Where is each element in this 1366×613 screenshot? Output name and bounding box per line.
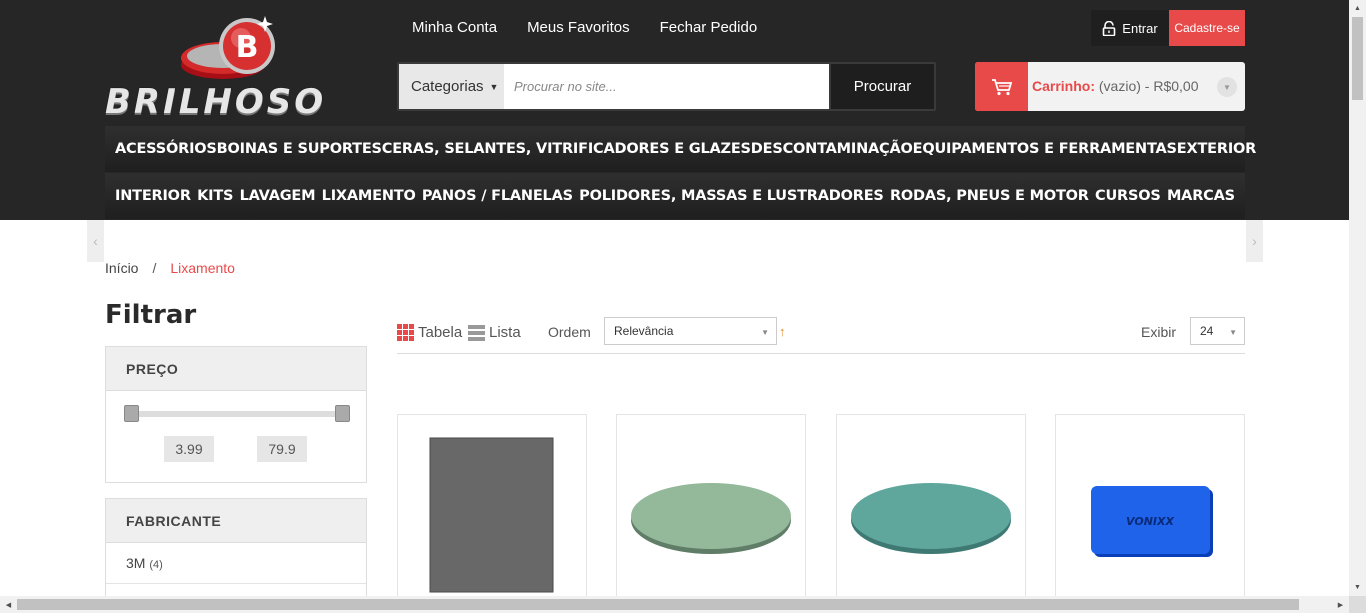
top-links: Minha Conta Meus Favoritos Fechar Pedido [412,19,757,36]
logo-wordmark: BRILHOSO [105,82,327,122]
svg-text:B: B [236,30,259,65]
show-count-select[interactable]: 24 ▼ [1190,317,1245,345]
search-bar: Categorias ▼ Procurar [397,62,936,111]
nav-item-lavagem[interactable]: LAVAGEM [240,188,316,204]
nav-item-lixamento[interactable]: LIXAMENTO [322,188,416,204]
vertical-scrollbar[interactable]: ▲ ▼ [1349,0,1366,596]
listing-toolbar: Tabela Lista Ordem Relevância ▼ ↑ Exibir… [397,315,1245,354]
nav-item-rodas[interactable]: RODAS, PNEUS E MOTOR [890,188,1089,204]
nav-item-exterior[interactable]: EXTERIOR [1177,141,1257,157]
svg-text:VONIXX: VONIXX [1126,515,1174,528]
chevron-down-icon: ▼ [761,328,769,337]
login-label: Entrar [1122,20,1158,36]
nav-item-boinas[interactable]: BOINAS E SUPORTES [217,141,382,157]
scroll-right-icon[interactable]: ▶ [1332,596,1349,613]
filter-title: Filtrar [105,300,197,330]
nav-item-kits[interactable]: KITS [197,188,233,204]
horizontal-scrollbar[interactable]: ◀ ▶ [0,596,1349,613]
breadcrumb-home[interactable]: Início [105,260,138,276]
price-min-value: 3.99 [164,436,214,462]
login-button[interactable]: Entrar [1091,10,1169,46]
product-card[interactable]: VONIXX [1055,414,1245,613]
price-range-slider[interactable] [124,405,350,422]
shopping-cart-icon [991,78,1012,95]
sort-direction-arrow-icon[interactable]: ↑ [779,324,786,339]
nav-item-cursos[interactable]: CURSOS [1095,188,1161,204]
scroll-left-icon[interactable]: ◀ [0,596,17,613]
header: B BRILHOSO Minha Conta Meus Favoritos Fe… [0,0,1349,220]
search-input[interactable] [504,64,829,109]
brilhoso-logo[interactable]: B BRILHOSO [105,10,370,122]
price-max-value: 79.9 [257,436,307,462]
grid-icon [397,324,414,341]
nav-item-polidores[interactable]: POLIDORES, MASSAS E LUSTRADORES [579,188,884,204]
nav-item-descontaminacao[interactable]: DESCONTAMINAÇÃO [751,141,913,157]
favorites-link[interactable]: Meus Favoritos [527,19,630,36]
page: B BRILHOSO Minha Conta Meus Favoritos Fe… [0,0,1366,613]
breadcrumb-current[interactable]: Lixamento [170,260,235,276]
show-count-value: 24 [1200,324,1214,338]
product-card[interactable] [616,414,806,613]
brand-filter-item[interactable]: 3M (4) [106,543,366,584]
list-icon [468,324,485,341]
category-dropdown[interactable]: Categorias ▼ [399,64,504,109]
lock-icon [1102,20,1116,36]
scroll-down-icon[interactable]: ▼ [1349,579,1366,596]
product-image-teal-disc [851,483,1011,554]
order-select-value: Relevância [614,324,674,338]
checkout-link[interactable]: Fechar Pedido [660,19,758,36]
nav-next-arrow-icon[interactable]: › [1246,220,1263,262]
order-select[interactable]: Relevância ▼ [604,317,777,345]
nav-item-acessorios[interactable]: ACESSÓRIOS [115,141,217,157]
nav-item-interior[interactable]: INTERIOR [115,188,191,204]
horizontal-scroll-thumb[interactable] [17,599,1299,610]
product-image-sandpaper [429,437,554,593]
caret-down-icon: ▼ [489,81,499,92]
list-view-toggle[interactable]: Lista [468,324,521,341]
product-image-green-disc [631,483,791,554]
cart-summary: Carrinho: (vazio) - R$0,00 [1032,78,1198,94]
signup-button[interactable]: Cadastre-se [1169,10,1245,46]
my-account-link[interactable]: Minha Conta [412,19,497,36]
cart-label: Carrinho: [1032,78,1095,94]
cart-widget[interactable]: Carrinho: (vazio) - R$0,00 ▼ [975,62,1245,111]
price-filter-heading[interactable]: PREÇO [106,347,366,391]
price-max-handle[interactable] [335,405,350,422]
category-nav-row-2: INTERIOR KITS LAVAGEM LIXAMENTO PANOS / … [105,173,1245,219]
breadcrumb: Início / Lixamento [105,260,235,276]
product-card[interactable] [836,414,1026,613]
scrollbar-corner [1349,596,1366,613]
table-view-toggle[interactable]: Tabela [397,324,462,341]
chevron-down-icon: ▼ [1229,328,1237,337]
cart-status: (vazio) - R$0,00 [1098,78,1199,94]
table-view-label: Tabela [418,324,463,341]
nav-item-panos[interactable]: PANOS / FLANELAS [422,188,573,204]
scroll-up-icon[interactable]: ▲ [1349,0,1366,17]
nav-item-marcas[interactable]: MARCAS [1167,188,1235,204]
order-label: Ordem [548,324,591,340]
cart-dropdown-icon[interactable]: ▼ [1217,77,1237,97]
cart-icon-box [975,62,1028,111]
list-view-label: Lista [489,324,521,341]
category-label: Categorias [411,78,484,95]
brand-count: (4) [149,559,163,571]
brand-name: 3M [126,555,146,571]
search-button[interactable]: Procurar [829,64,934,109]
price-filter: PREÇO 3.99 79.9 [105,346,367,483]
product-image-vonixx-block: VONIXX [1091,486,1213,557]
brand-filter-heading[interactable]: FABRICANTE [106,499,366,543]
product-card[interactable] [397,414,587,613]
nav-prev-arrow-icon[interactable]: ‹ [87,220,104,262]
breadcrumb-separator: / [152,260,157,276]
price-min-handle[interactable] [124,405,139,422]
show-label: Exibir [1141,324,1177,340]
vertical-scroll-thumb[interactable] [1352,17,1363,100]
nav-item-ceras[interactable]: CERAS, SELANTES, VITRIFICADORES E GLAZES [382,141,751,157]
nav-item-equipamentos[interactable]: EQUIPAMENTOS E FERRAMENTAS [913,141,1177,157]
category-nav-row-1: ACESSÓRIOS BOINAS E SUPORTES CERAS, SELA… [105,126,1256,172]
